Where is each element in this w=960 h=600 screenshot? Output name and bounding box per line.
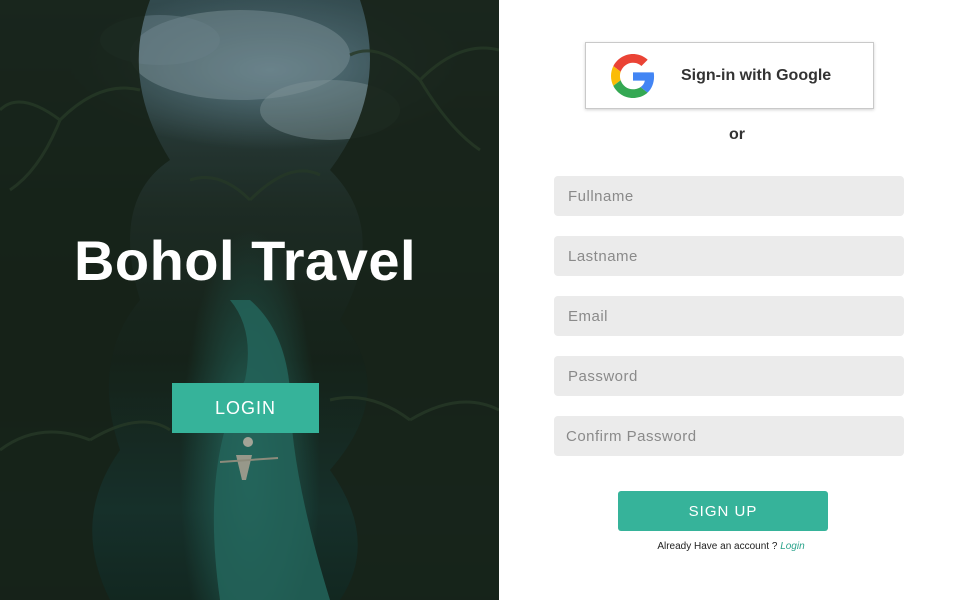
google-signin-label: Sign-in with Google bbox=[681, 66, 832, 84]
hero-background-image bbox=[0, 0, 499, 600]
password-field[interactable] bbox=[554, 356, 904, 396]
login-button[interactable]: LOGIN bbox=[172, 383, 319, 433]
confirm-password-field[interactable] bbox=[554, 416, 904, 456]
signup-button[interactable]: SIGN UP bbox=[618, 491, 828, 531]
google-signin-button[interactable]: Sign-in with Google bbox=[585, 42, 874, 109]
email-field[interactable] bbox=[554, 296, 904, 336]
login-link[interactable]: Login bbox=[780, 541, 804, 552]
lastname-field[interactable] bbox=[554, 236, 904, 276]
or-separator: or bbox=[729, 126, 745, 143]
google-g-icon bbox=[611, 53, 655, 98]
fullname-field[interactable] bbox=[554, 176, 904, 216]
hero-title: Bohol Travel bbox=[73, 229, 417, 292]
hero-panel: Bohol Travel LOGIN bbox=[0, 0, 499, 600]
account-prompt: Already Have an account ? Login bbox=[600, 541, 862, 552]
account-prompt-text: Already Have an account ? bbox=[657, 541, 778, 552]
